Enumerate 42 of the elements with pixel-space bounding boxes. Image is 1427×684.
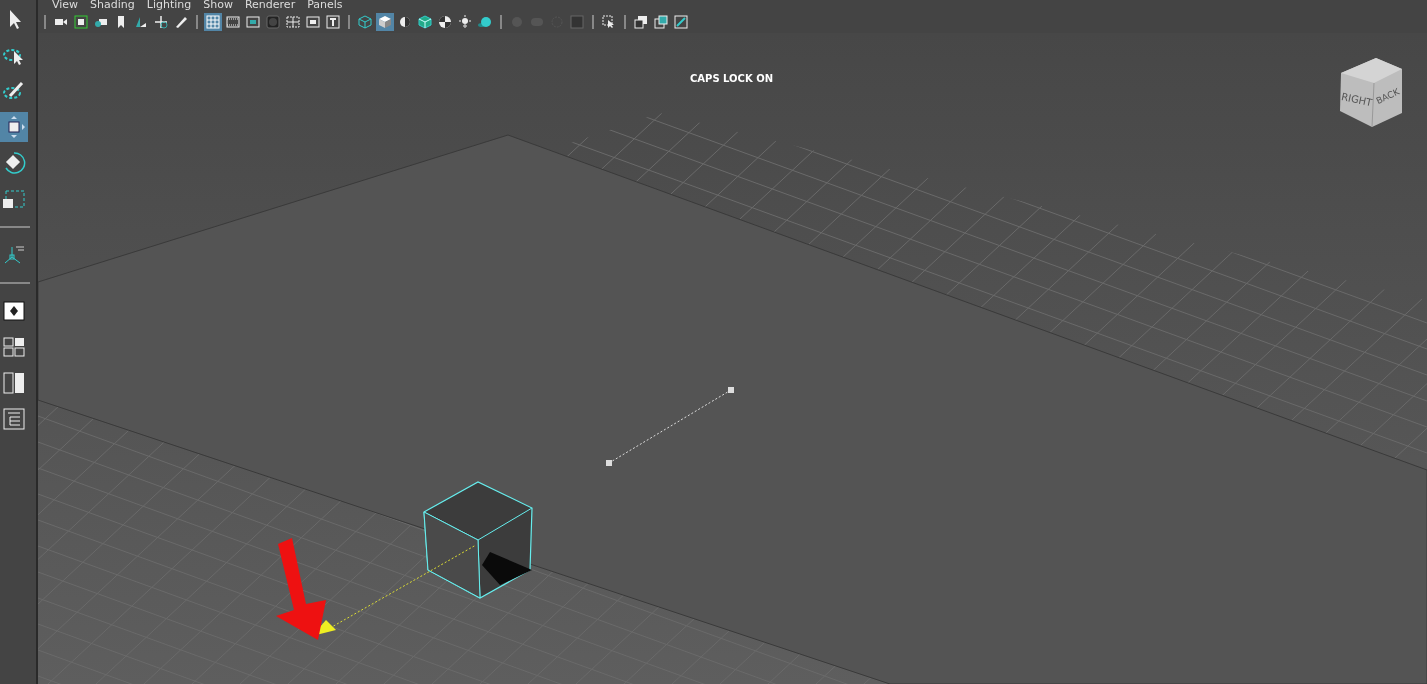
caps-lock-notice: CAPS LOCK ON	[690, 73, 774, 84]
isolate-icon	[602, 14, 616, 29]
film-icon	[226, 14, 240, 29]
outliner-icon	[2, 407, 26, 431]
menu-item[interactable]: Renderer	[238, 0, 302, 10]
field-icon	[286, 14, 300, 29]
square-icon	[570, 14, 584, 29]
menu-item[interactable]: View	[46, 0, 85, 10]
camera-lock-button[interactable]	[72, 12, 90, 31]
wire-cube-icon	[358, 14, 372, 29]
shaded-cube-icon	[378, 14, 392, 29]
move-tool[interactable]	[0, 112, 28, 142]
safe-icon	[306, 14, 320, 29]
maximize-icon	[674, 14, 688, 29]
menu-item[interactable]: Panels	[301, 0, 349, 10]
maximize-button[interactable]	[672, 12, 690, 31]
panel-swap-button[interactable]	[652, 12, 670, 31]
shaded-cube-button[interactable]	[376, 12, 394, 31]
scale-icon	[2, 187, 26, 211]
panels-icon	[634, 14, 648, 29]
light-button[interactable]	[456, 12, 474, 31]
layout-four-icon	[2, 335, 26, 359]
menu-item[interactable]: Lighting	[140, 0, 198, 10]
title-button[interactable]	[324, 12, 342, 31]
wire-on-shaded-icon	[418, 14, 432, 29]
camera-lock-icon	[74, 14, 88, 29]
grid-icon	[206, 14, 220, 29]
gate-icon	[246, 14, 260, 29]
rotate-icon	[2, 151, 26, 175]
menu-item[interactable]: Show	[197, 0, 239, 10]
title-icon	[326, 14, 340, 29]
grid-button[interactable]	[204, 12, 222, 31]
layout-two-icon	[2, 371, 26, 395]
half-icon	[398, 14, 412, 29]
pan-icon	[154, 14, 168, 29]
mask-icon	[266, 14, 280, 29]
sphere-icon	[478, 14, 492, 29]
menu-item[interactable]: Shading	[84, 0, 141, 10]
pencil-icon	[174, 14, 188, 29]
textures-icon	[438, 14, 452, 29]
panel-swap-icon	[654, 14, 668, 29]
light-icon	[458, 14, 472, 29]
